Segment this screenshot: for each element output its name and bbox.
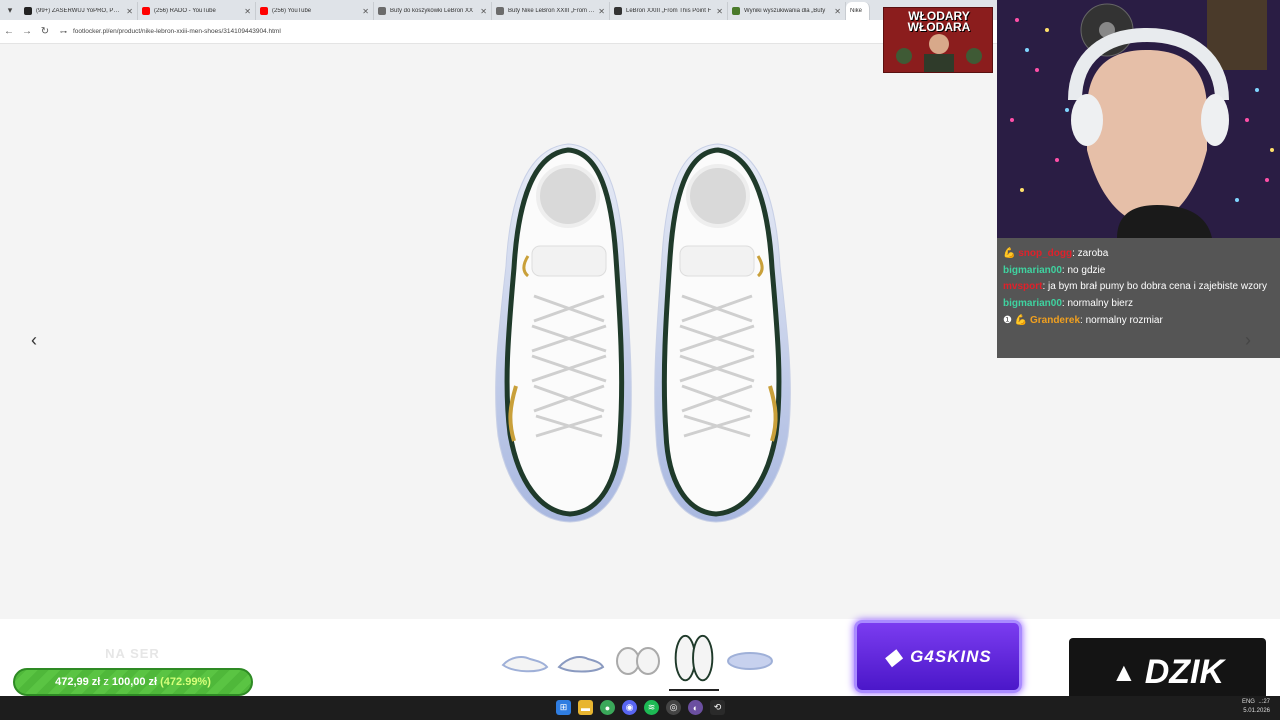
close-icon[interactable]: ✕ [716,7,723,16]
file-explorer-icon[interactable]: ▬ [578,700,593,715]
tiktok-icon [24,7,32,15]
site-info-icon[interactable]: ⊶ [60,28,67,36]
chat-username[interactable]: mvsport [1003,281,1042,292]
tab-title: (99+) ZASERWUJ YoPRO, PEŁNE [36,8,124,14]
sponsor-name: DZIK [1144,652,1225,691]
start-menu-icon[interactable]: ⊞ [556,700,571,715]
tab-title: LeBron XXIII „From This Point F [626,8,712,14]
thumbnail-side-view-alt[interactable] [556,631,606,679]
sponsor-name: G4SKINS [910,646,992,666]
right-shoe [654,143,791,523]
site-icon [496,7,504,15]
site-icon [614,7,622,15]
clock-time: ..:27 [1258,699,1270,705]
thumbnail-side-view[interactable] [500,631,550,679]
product-image [495,143,791,523]
tab-list-icon[interactable]: ▾ [0,0,20,20]
screen: ▾ (99+) ZASERWUJ YoPRO, PEŁNE ✕ (256) RA… [0,0,1280,720]
chat-message: bigmarian00: no gdzie [1003,262,1274,279]
system-tray[interactable]: ENG ..:27 5.01.2026 [1242,698,1270,716]
chat-username[interactable]: snop_dogg [1018,248,1072,259]
site-icon [732,7,740,15]
tab-title: Buty Nike LeBron XXIII „From Th [508,8,596,14]
browser-tab[interactable]: Wyniki wyszukiwania dla „Buty ✕ [728,2,846,20]
close-icon[interactable]: ✕ [834,7,841,16]
stream-chat: 💪 snop_dogg: zaroba bigmarian00: no gdzi… [997,238,1280,358]
taskbar: ⊞ ▬ ● ◉ ≋ ◎ ◐ ⟲ ENG ..:27 5.01.2026 [0,696,1280,720]
chat-username[interactable]: Granderek [1030,315,1080,326]
browser-tab[interactable]: Buty do koszykówki LeBron XX ✕ [374,2,492,20]
browser-icon[interactable]: ◐ [688,700,703,715]
tab-title: (256) YouTube [272,8,312,14]
chat-message: ❶ 💪 Granderek: normalny rozmiar [1003,312,1274,329]
chat-message: bigmarian00: normalny bierz [1003,295,1274,312]
webcam-feed [997,0,1280,238]
webcam-image [997,0,1280,238]
chat-badge-icon: ❶ 💪 [1003,315,1028,326]
url-field[interactable]: ⊶ footlocker.pl/en/product/nike-lebron-x… [60,28,281,36]
chat-username[interactable]: bigmarian00 [1003,298,1062,309]
close-icon[interactable]: ✕ [480,7,487,16]
goal-percent: (472.99%) [160,676,211,688]
chat-text: : zaroba [1072,248,1109,259]
browser-tab[interactable]: Buty Nike LeBron XXIII „From Th ✕ [492,2,610,20]
sponsor-banner-g4skins: ◆ G4SKINS [854,620,1022,693]
left-shoe [495,143,632,523]
spotify-icon[interactable]: ≋ [644,700,659,715]
goal-label: NA SER [105,646,160,661]
browser-tab[interactable]: LeBron XXIII „From This Point F ✕ [610,2,728,20]
browser-tab-active[interactable]: Nike [846,2,870,20]
chat-username[interactable]: bigmarian00 [1003,265,1062,276]
chat-text: : normalny bierz [1061,298,1134,309]
youtube-icon [260,7,268,15]
channel-emote-image: WŁODARY WŁODARA [883,7,993,73]
chat-message: 💪 snop_dogg: zaroba [1003,245,1274,262]
previous-image-button[interactable]: ‹ [20,326,48,354]
forward-icon[interactable]: → [18,26,36,37]
browser-tab[interactable]: (99+) ZASERWUJ YoPRO, PEŁNE ✕ [20,2,138,20]
goal-target: 100,00 zł [111,676,158,688]
youtube-icon [142,7,150,15]
chat-text: : normalny rozmiar [1080,315,1163,326]
close-icon[interactable]: ✕ [598,7,605,16]
url-text: footlocker.pl/en/product/nike-lebron-xxi… [73,28,281,35]
tab-title: Buty do koszykówki LeBron XX [390,8,474,14]
browser-tab[interactable]: (256) YouTube ✕ [256,2,374,20]
emote-title-line: WŁODARA [907,20,971,34]
thumbnail-sole[interactable] [725,631,775,679]
close-icon[interactable]: ✕ [244,7,251,16]
chat-text: : ja bym brał pumy bo dobra cena i zajeb… [1042,281,1268,292]
tab-title: Nike [850,8,863,14]
emote-title: WŁODARY WŁODARA [884,10,992,34]
tab-title: Wyniki wyszukiwania dla „Buty [744,8,826,14]
panther-logo-icon: ◆ [884,643,903,669]
reload-icon[interactable]: ↻ [36,26,54,37]
thumbnail-top-view[interactable] [669,631,719,691]
app-icon[interactable]: ⟲ [710,700,725,715]
thumbnail-front-pair[interactable] [613,631,663,679]
donation-goal-bar: 472,99 zł z 100,00 zł (472.99%) [13,668,253,696]
clock-date: 5.01.2026 [1243,708,1270,714]
close-icon[interactable]: ✕ [362,7,369,16]
chat-badge-icon: 💪 [1003,248,1016,259]
boar-logo-icon: ▲ [1110,656,1137,687]
site-icon [378,7,386,15]
chat-message: mvsport: ja bym brał pumy bo dobra cena … [1003,279,1274,295]
obs-icon[interactable]: ◎ [666,700,681,715]
goal-current: 472,99 zł [55,676,101,688]
tab-title: (256) RADO - YouTube [154,8,216,14]
goal-separator: z [103,676,109,688]
browser-tab[interactable]: (256) RADO - YouTube ✕ [138,2,256,20]
language-indicator[interactable]: ENG [1242,699,1255,705]
discord-icon[interactable]: ◉ [622,700,637,715]
back-icon[interactable]: ← [0,26,18,37]
chat-text: : no gdzie [1061,265,1106,276]
chrome-icon[interactable]: ● [600,700,615,715]
close-icon[interactable]: ✕ [126,7,133,16]
